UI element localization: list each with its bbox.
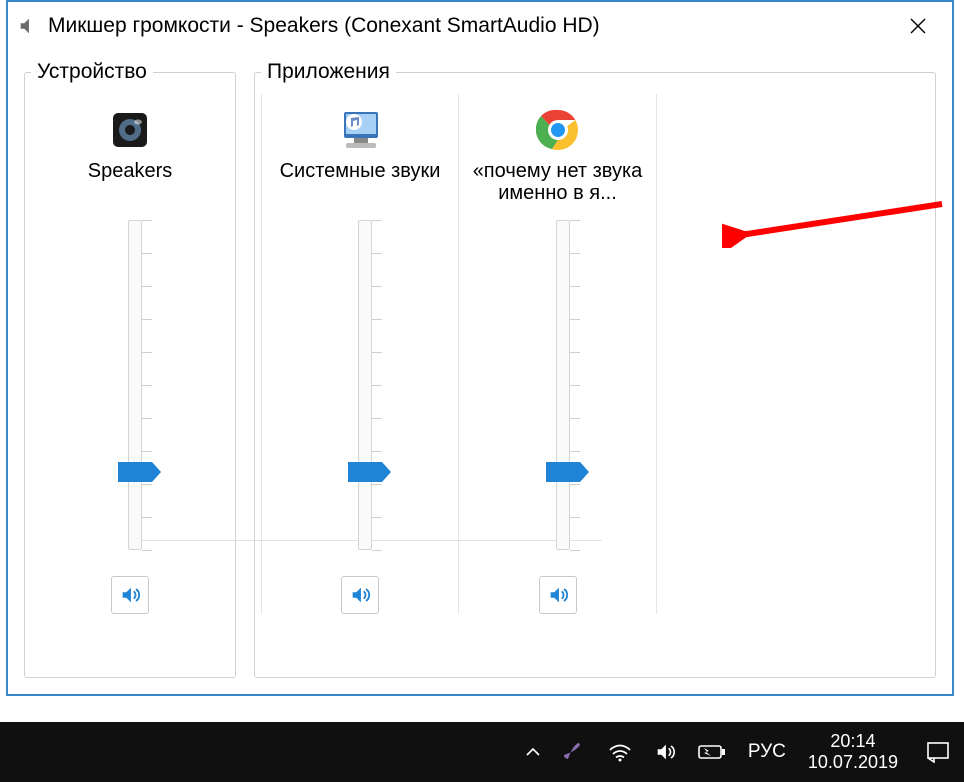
mixer-window: Микшер громкости - Speakers (Conexant Sm… — [6, 0, 954, 696]
content-area: Устройство Speakers — [8, 50, 952, 694]
device-channel: Speakers — [31, 94, 229, 614]
tray-battery-icon[interactable] — [698, 722, 726, 782]
chrome-label: «почему нет звука именно в я... — [459, 158, 656, 210]
chrome-slider[interactable] — [532, 220, 584, 550]
system-sounds-label: Системные звуки — [276, 158, 445, 210]
chrome-channel: «почему нет звука именно в я... — [459, 94, 657, 614]
system-tray: РУС 20:14 10.07.2019 — [524, 722, 898, 782]
tray-wifi-icon[interactable] — [608, 722, 632, 782]
titlebar: Микшер громкости - Speakers (Conexant Sm… — [8, 2, 952, 50]
tray-time: 20:14 — [808, 731, 898, 752]
chrome-icon[interactable] — [536, 102, 580, 158]
taskbar: РУС 20:14 10.07.2019 — [0, 722, 964, 782]
device-slider[interactable] — [104, 220, 156, 550]
tray-language[interactable]: РУС — [748, 722, 786, 782]
device-group: Устройство Speakers — [24, 60, 236, 678]
annotation-arrow-icon — [722, 198, 952, 248]
chrome-mute-button[interactable] — [539, 576, 577, 614]
tray-notifications-icon[interactable] — [926, 722, 950, 782]
window-title: Микшер громкости - Speakers (Conexant Sm… — [42, 14, 890, 38]
applications-group: Приложения Системные звуки — [254, 60, 936, 678]
apps-group-legend: Приложения — [261, 60, 396, 84]
tray-date: 10.07.2019 — [808, 752, 898, 773]
tray-volume-icon[interactable] — [654, 722, 676, 782]
system-mute-button[interactable] — [341, 576, 379, 614]
tray-pen-icon[interactable] — [564, 722, 586, 782]
device-group-legend: Устройство — [31, 60, 153, 84]
tray-clock[interactable]: 20:14 10.07.2019 — [808, 722, 898, 782]
system-sounds-icon[interactable] — [332, 102, 388, 158]
device-mute-button[interactable] — [111, 576, 149, 614]
system-sounds-channel: Системные звуки — [261, 94, 459, 614]
tray-chevron-up-icon[interactable] — [524, 722, 542, 782]
speaker-device-icon[interactable] — [109, 102, 151, 158]
close-button[interactable] — [890, 6, 946, 46]
speaker-icon — [14, 15, 42, 37]
system-slider[interactable] — [334, 220, 386, 550]
device-label: Speakers — [84, 158, 177, 210]
